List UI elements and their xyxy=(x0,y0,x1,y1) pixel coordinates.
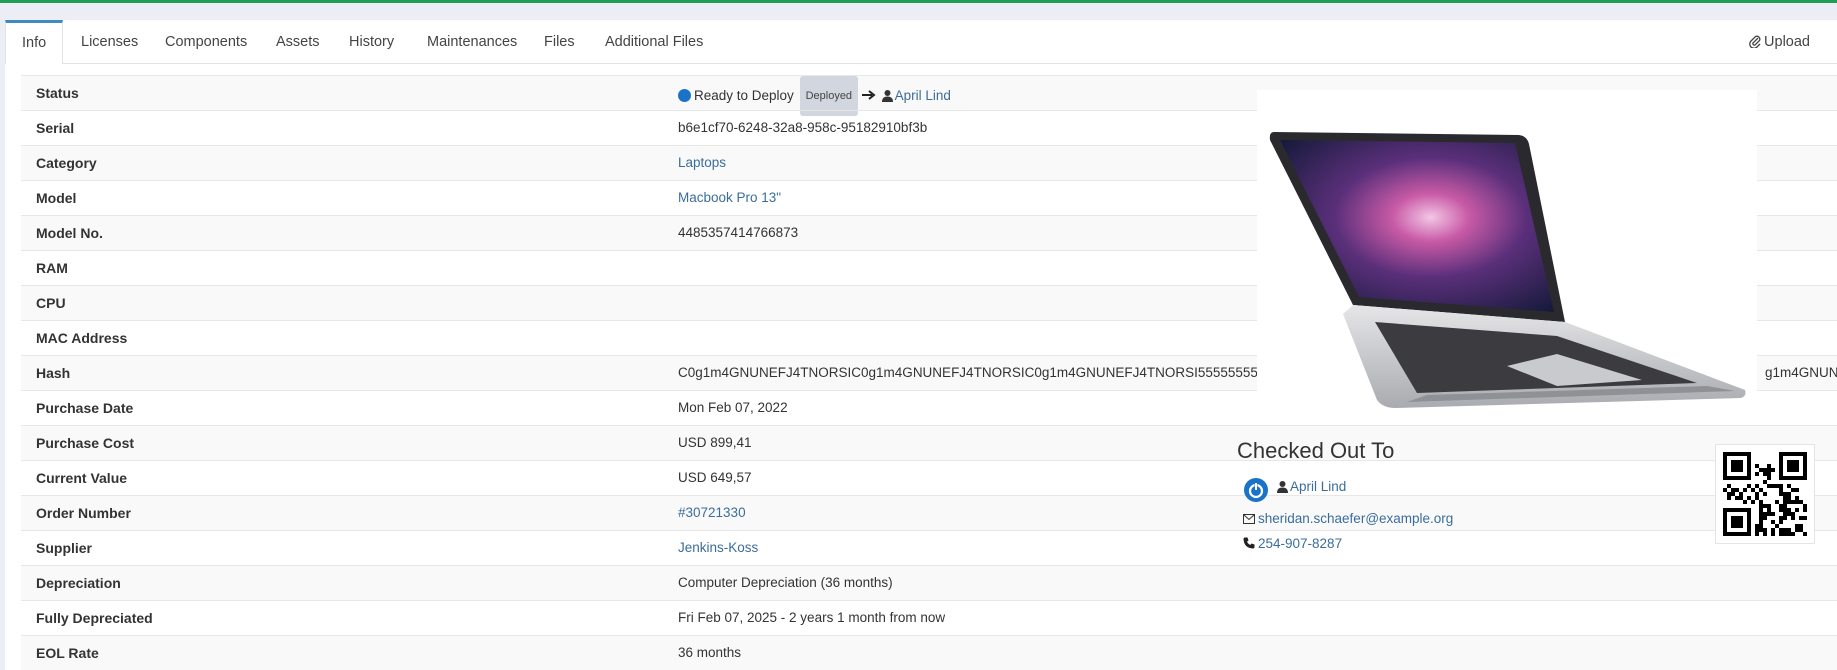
checked-out-user[interactable]: April Lind xyxy=(1275,479,1346,494)
qr-code-icon xyxy=(1723,452,1807,536)
tab-history[interactable]: History xyxy=(349,20,394,64)
checked-out-user-link[interactable]: April Lind xyxy=(1290,479,1346,494)
status-dot-icon xyxy=(678,89,691,102)
qr-code xyxy=(1715,444,1815,544)
model-link[interactable]: Macbook Pro 13" xyxy=(678,181,781,215)
supplier-link[interactable]: Jenkins-Koss xyxy=(678,531,758,565)
row-label: Supplier xyxy=(36,540,93,556)
asset-panel: Info Licenses Components Assets History … xyxy=(5,20,1837,670)
row-label: CPU xyxy=(36,295,66,311)
tab-bar: Info Licenses Components Assets History … xyxy=(5,20,1837,64)
model-no-value: 4485357414766873 xyxy=(678,225,799,240)
row-label: RAM xyxy=(36,260,68,276)
envelope-icon xyxy=(1243,514,1255,524)
row-label: Purchase Date xyxy=(36,400,134,416)
status-text: Ready to Deploy xyxy=(694,88,794,103)
hash-text-overflow: g1m4GNUNEFJ xyxy=(1765,365,1837,380)
row-label: Model xyxy=(36,190,77,206)
eol-rate-value: 36 months xyxy=(678,645,742,660)
row-label: Current Value xyxy=(36,470,128,486)
row-label: MAC Address xyxy=(36,330,128,346)
upload-label: Upload xyxy=(1764,34,1810,50)
laptop-image xyxy=(1269,132,1746,408)
tab-assets[interactable]: Assets xyxy=(276,20,320,64)
user-icon xyxy=(1277,481,1288,493)
asset-image[interactable] xyxy=(1257,90,1757,425)
tab-info[interactable]: Info xyxy=(5,20,64,64)
row-label: EOL Rate xyxy=(36,645,99,661)
arrow-right-icon xyxy=(861,90,876,100)
row-label: Category xyxy=(36,155,97,171)
user-icon xyxy=(881,90,893,102)
tab-maintenances[interactable]: Maintenances xyxy=(427,20,517,64)
purchase-date-value: Mon Feb 07, 2022 xyxy=(678,400,788,415)
row-label: Hash xyxy=(36,365,71,381)
row-label: Purchase Cost xyxy=(36,435,135,451)
row-label: Fully Depreciated xyxy=(36,610,153,626)
table-row-fully-depreciated: Fully Depreciated Fri Feb 07, 2025 - 2 y… xyxy=(21,600,1837,635)
tab-licenses[interactable]: Licenses xyxy=(81,20,138,64)
checked-out-email[interactable]: sheridan.schaefer@example.org xyxy=(1243,511,1453,526)
upload-button[interactable]: Upload xyxy=(1749,20,1810,64)
purchase-cost-value: USD 899,41 xyxy=(678,435,752,450)
avatar xyxy=(1244,478,1268,502)
tab-additional-files[interactable]: Additional Files xyxy=(605,20,703,64)
row-label: Serial xyxy=(36,120,75,136)
fully-depreciated-value: Fri Feb 07, 2025 - 2 years 1 month from … xyxy=(678,610,946,625)
top-accent-line xyxy=(0,0,1837,3)
order-number-link[interactable]: #30721330 xyxy=(678,496,746,530)
table-row-eol-rate: EOL Rate 36 months xyxy=(21,635,1837,670)
checked-out-phone[interactable]: 254-907-8287 xyxy=(1243,536,1342,551)
phone-icon xyxy=(1243,537,1255,549)
assignee-link[interactable]: April Lind xyxy=(895,88,951,103)
row-label: Depreciation xyxy=(36,575,121,591)
row-label: Order Number xyxy=(36,505,131,521)
table-row-depreciation: Depreciation Computer Depreciation (36 m… xyxy=(21,565,1837,600)
row-label: Model No. xyxy=(36,225,103,241)
hash-text: C0g1m4GNUNEFJ4TNORSIC0g1m4GNUNEFJ4TNORSI… xyxy=(678,365,1318,380)
category-link[interactable]: Laptops xyxy=(678,146,726,180)
tab-files[interactable]: Files xyxy=(544,20,575,64)
serial-value: b6e1cf70-6248-32a8-958c-95182910bf3b xyxy=(678,120,928,135)
paperclip-icon xyxy=(1749,35,1761,49)
phone-link[interactable]: 254-907-8287 xyxy=(1258,536,1342,551)
depreciation-value: Computer Depreciation (36 months) xyxy=(678,575,893,590)
tab-components[interactable]: Components xyxy=(165,20,247,64)
row-label: Status xyxy=(36,85,79,101)
current-value-value: USD 649,57 xyxy=(678,470,752,485)
email-link[interactable]: sheridan.schaefer@example.org xyxy=(1258,511,1453,526)
